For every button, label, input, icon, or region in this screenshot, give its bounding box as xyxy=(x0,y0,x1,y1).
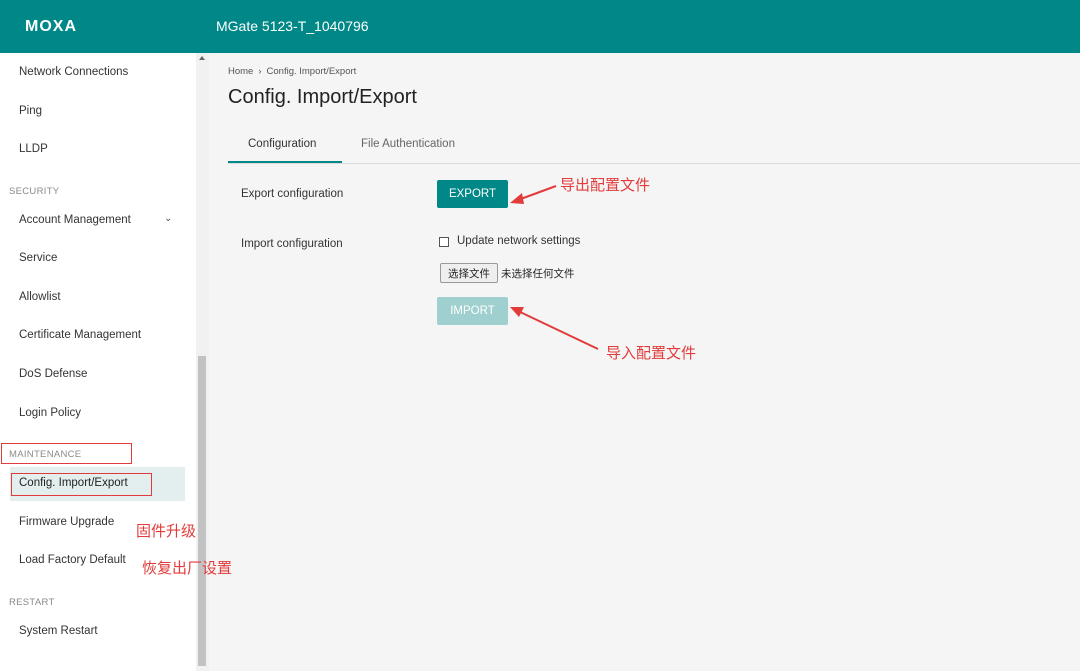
sidebar-item-certificate-management[interactable]: Certificate Management xyxy=(0,319,186,353)
sidebar-section-security: SECURITY xyxy=(9,186,60,197)
sidebar-item-allowlist[interactable]: Allowlist xyxy=(0,281,186,315)
sidebar-item-label: LLDP xyxy=(19,143,48,155)
annotation-import-note: 导入配置文件 xyxy=(606,344,697,362)
sidebar-item-label: Network Connections xyxy=(19,66,129,78)
export-button[interactable]: EXPORT xyxy=(437,180,508,208)
annotation-box-config-item xyxy=(11,473,152,496)
sidebar-section-restart: RESTART xyxy=(9,597,55,608)
update-network-settings-checkbox[interactable] xyxy=(439,237,449,247)
chevron-down-icon: ⌄ xyxy=(164,213,173,224)
arrow-to-export xyxy=(517,185,557,201)
sidebar: Network Connections Ping LLDP SECURITY A… xyxy=(0,53,196,671)
sidebar-item-label: Allowlist xyxy=(19,291,61,303)
device-title: MGate 5123-T_1040796 xyxy=(216,18,369,34)
annotation-factory-note: 恢复出厂设置 xyxy=(142,559,233,577)
sidebar-item-label: System Restart xyxy=(19,625,98,637)
app-header: MOXA MGate 5123-T_1040796 xyxy=(0,0,1080,53)
moxa-logo[interactable]: MOXA xyxy=(25,18,77,36)
sidebar-item-label: Ping xyxy=(19,105,43,117)
arrow-to-import xyxy=(517,310,599,350)
sidebar-item-login-policy[interactable]: Login Policy xyxy=(0,397,186,431)
sidebar-item-account-management[interactable]: Account Management ⌄ xyxy=(0,204,186,238)
sidebar-item-lldp[interactable]: LLDP xyxy=(0,133,186,167)
active-tab-indicator xyxy=(228,161,342,163)
update-network-settings-label[interactable]: Update network settings xyxy=(457,235,580,247)
sidebar-item-label: Service xyxy=(19,252,58,264)
tab-configuration[interactable]: Configuration xyxy=(248,138,316,150)
sidebar-item-network-connections[interactable]: Network Connections xyxy=(0,56,186,90)
sidebar-scrollbar[interactable] xyxy=(196,53,209,671)
chevron-right-icon: › xyxy=(258,66,262,77)
sidebar-item-label: Login Policy xyxy=(19,407,82,419)
annotation-box-maintenance xyxy=(1,443,132,464)
scroll-thumb[interactable] xyxy=(198,356,206,666)
tab-file-authentication[interactable]: File Authentication xyxy=(361,138,455,150)
breadcrumb-home[interactable]: Home xyxy=(228,66,253,77)
breadcrumb: Home › Config. Import/Export xyxy=(228,66,356,77)
sidebar-item-label: Account Management xyxy=(19,214,131,226)
sidebar-item-label: Certificate Management xyxy=(19,329,142,341)
tab-bar: Configuration File Authentication xyxy=(228,129,1080,164)
arrow-head-import xyxy=(510,307,524,317)
annotation-firmware-note: 固件升级 xyxy=(136,522,197,540)
sidebar-item-label: Load Factory Default xyxy=(19,554,126,566)
file-status-text: 未选择任何文件 xyxy=(501,268,575,280)
choose-file-button[interactable]: 选择文件 xyxy=(440,263,498,283)
arrow-head-export xyxy=(510,193,524,204)
sidebar-item-ping[interactable]: Ping xyxy=(0,95,186,129)
sidebar-item-dos-defense[interactable]: DoS Defense xyxy=(0,358,186,392)
breadcrumb-current: Config. Import/Export xyxy=(266,66,357,77)
sidebar-item-label: Firmware Upgrade xyxy=(19,516,115,528)
sidebar-item-label: DoS Defense xyxy=(19,368,88,380)
page-title: Config. Import/Export xyxy=(228,86,417,108)
scroll-up-arrow-icon[interactable] xyxy=(199,56,205,60)
import-label: Import configuration xyxy=(241,238,343,250)
sidebar-item-system-restart[interactable]: System Restart xyxy=(0,615,186,649)
annotation-export-note: 导出配置文件 xyxy=(560,176,651,194)
export-label: Export configuration xyxy=(241,188,344,200)
import-button[interactable]: IMPORT xyxy=(437,297,508,325)
sidebar-item-service[interactable]: Service xyxy=(0,242,186,276)
